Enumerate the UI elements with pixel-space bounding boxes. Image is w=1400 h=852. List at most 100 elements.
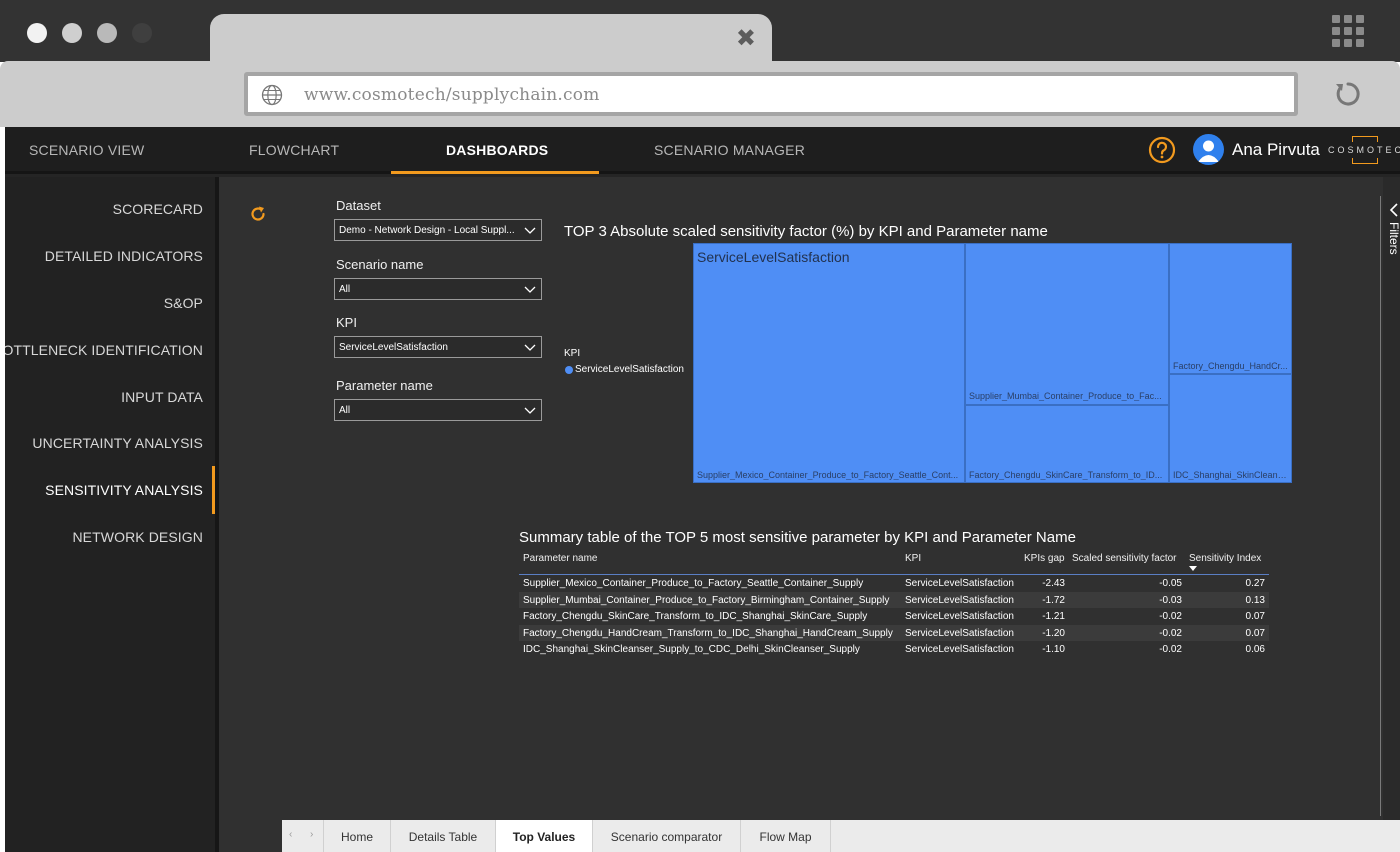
treemap-title: TOP 3 Absolute scaled sensitivity factor… bbox=[564, 223, 1048, 240]
window-dot-close[interactable] bbox=[27, 23, 47, 43]
scenario-name-dropdown[interactable]: All bbox=[334, 278, 542, 300]
legend-item[interactable]: ServiceLevelSatisfaction bbox=[575, 364, 684, 375]
apps-grid-icon[interactable] bbox=[1332, 15, 1364, 47]
sidebar-item-bottleneck-identification[interactable]: BOTTLENECK IDENTIFICATION bbox=[5, 342, 203, 358]
logo-bracket-top bbox=[1352, 136, 1378, 142]
column-header-parameter-name[interactable]: Parameter name bbox=[523, 553, 597, 564]
chevron-left-icon[interactable]: ‹ bbox=[289, 829, 292, 840]
cell-kpis-gap: -1.72 bbox=[1042, 594, 1065, 606]
window-controls bbox=[27, 23, 152, 43]
tab-home[interactable]: Home bbox=[324, 820, 391, 852]
legend-marker bbox=[565, 366, 573, 374]
treemap-tile[interactable]: Factory_Chengdu_HandCr... bbox=[1169, 243, 1292, 374]
treemap-tile-label: IDC_Shanghai_SkinCleans... bbox=[1173, 470, 1289, 480]
globe-icon bbox=[261, 84, 283, 106]
dataset-dropdown[interactable]: Demo - Network Design - Local Suppl... bbox=[334, 219, 542, 241]
sidebar-item-uncertainty-analysis[interactable]: UNCERTAINTY ANALYSIS bbox=[32, 435, 203, 451]
cell-kpis-gap: -1.20 bbox=[1042, 627, 1065, 639]
column-header-kpis-gap[interactable]: KPIs gap bbox=[1024, 553, 1065, 564]
sidebar-item-sop[interactable]: S&OP bbox=[164, 295, 203, 311]
treemap-tile[interactable]: ServiceLevelSatisfaction Supplier_Mexico… bbox=[693, 243, 965, 483]
filters-pane-collapsed[interactable] bbox=[1383, 177, 1400, 852]
logo-text: COSMOTECH bbox=[1328, 145, 1400, 155]
top-navigation: SCENARIO VIEW FLOWCHART DASHBOARDS SCENA… bbox=[5, 127, 1400, 174]
treemap-tile[interactable]: Factory_Chengdu_SkinCare_Transform_to_ID… bbox=[965, 405, 1169, 483]
browser-tab[interactable]: ✖ bbox=[210, 14, 772, 64]
chevron-left-icon[interactable] bbox=[1389, 203, 1399, 217]
legend-title: KPI bbox=[564, 348, 581, 359]
nav-scenario-manager[interactable]: SCENARIO MANAGER bbox=[654, 142, 805, 158]
dataset-value: Demo - Network Design - Local Suppl... bbox=[339, 225, 515, 236]
report-canvas: Dataset Demo - Network Design - Local Su… bbox=[219, 177, 1383, 852]
column-header-kpi[interactable]: KPI bbox=[905, 553, 921, 564]
sidebar-item-detailed-indicators[interactable]: DETAILED INDICATORS bbox=[45, 248, 203, 264]
nav-flowchart[interactable]: FLOWCHART bbox=[249, 142, 339, 158]
table-row[interactable]: Factory_Chengdu_HandCream_Transform_to_I… bbox=[519, 624, 1269, 642]
sidebar-item-network-design[interactable]: NETWORK DESIGN bbox=[72, 529, 203, 545]
active-nav-indicator bbox=[391, 171, 599, 174]
window-dot-minimize[interactable] bbox=[62, 23, 82, 43]
app-window: SCENARIO VIEW FLOWCHART DASHBOARDS SCENA… bbox=[5, 127, 1400, 852]
table-row[interactable]: Supplier_Mumbai_Container_Produce_to_Fac… bbox=[519, 591, 1269, 609]
address-bar[interactable]: www.cosmotech/supplychain.com bbox=[244, 72, 1298, 116]
cell-kpi: ServiceLevelSatisfaction bbox=[905, 578, 1014, 589]
treemap-tile[interactable]: IDC_Shanghai_SkinCleans... bbox=[1169, 374, 1292, 483]
help-icon[interactable] bbox=[1148, 136, 1176, 164]
cell-parameter-name: Supplier_Mumbai_Container_Produce_to_Fac… bbox=[523, 594, 890, 606]
tab-top-values[interactable]: Top Values bbox=[496, 820, 593, 852]
filters-pane-border bbox=[1380, 196, 1381, 816]
refresh-icon[interactable] bbox=[249, 205, 267, 223]
parameter-name-dropdown[interactable]: All bbox=[334, 399, 542, 421]
reload-icon[interactable] bbox=[1332, 78, 1364, 110]
summary-table: Parameter name KPI KPIs gap Scaled sensi… bbox=[519, 549, 1269, 658]
cell-sensitivity-index: 0.07 bbox=[1245, 627, 1265, 639]
tab-scenario-comparator[interactable]: Scenario comparator bbox=[593, 820, 741, 852]
cell-kpis-gap: -1.10 bbox=[1042, 644, 1065, 656]
filters-label[interactable]: Filters bbox=[1387, 222, 1400, 255]
nav-dashboards[interactable]: DASHBOARDS bbox=[446, 142, 548, 158]
cell-sensitivity-index: 0.27 bbox=[1245, 578, 1265, 589]
sidebar-item-scorecard[interactable]: SCORECARD bbox=[113, 201, 203, 217]
treemap-tile[interactable]: Supplier_Mumbai_Container_Produce_to_Fac… bbox=[965, 243, 1169, 405]
logo-bracket-bottom bbox=[1352, 158, 1378, 164]
treemap-tile-label: Factory_Chengdu_HandCr... bbox=[1173, 361, 1288, 371]
slicer-label-scenario-name: Scenario name bbox=[336, 257, 424, 272]
window-dot-maximize[interactable] bbox=[97, 23, 117, 43]
user-name[interactable]: Ana Pirvuta bbox=[1232, 140, 1320, 160]
cell-scaled-sensitivity-factor: -0.02 bbox=[1159, 627, 1182, 639]
cell-kpi: ServiceLevelSatisfaction bbox=[905, 627, 1014, 639]
sidebar-item-input-data[interactable]: INPUT DATA bbox=[121, 389, 203, 405]
chevron-right-icon[interactable]: › bbox=[310, 829, 313, 840]
column-header-sensitivity-index[interactable]: Sensitivity Index bbox=[1189, 553, 1261, 564]
tab-details-table[interactable]: Details Table bbox=[391, 820, 496, 852]
chevron-down-icon bbox=[524, 227, 536, 234]
cell-kpi: ServiceLevelSatisfaction bbox=[905, 611, 1014, 623]
cell-parameter-name: Factory_Chengdu_HandCream_Transform_to_I… bbox=[523, 627, 893, 639]
table-row[interactable]: Supplier_Mexico_Container_Produce_to_Fac… bbox=[519, 575, 1269, 592]
cell-parameter-name: IDC_Shanghai_SkinCleanser_Supply_to_CDC_… bbox=[523, 644, 860, 656]
column-header-scaled-sensitivity-factor[interactable]: Scaled sensitivity factor bbox=[1072, 553, 1177, 564]
user-avatar[interactable] bbox=[1193, 134, 1224, 165]
cell-scaled-sensitivity-factor: -0.02 bbox=[1159, 644, 1182, 656]
chevron-down-icon bbox=[524, 407, 536, 414]
cell-kpi: ServiceLevelSatisfaction bbox=[905, 594, 1014, 606]
parameter-name-value: All bbox=[339, 405, 351, 416]
url-text[interactable]: www.cosmotech/supplychain.com bbox=[304, 85, 600, 105]
close-icon[interactable]: ✖ bbox=[736, 26, 756, 50]
sidebar-item-sensitivity-analysis[interactable]: SENSITIVITY ANALYSIS bbox=[45, 482, 203, 498]
kpi-dropdown[interactable]: ServiceLevelSatisfaction bbox=[334, 336, 542, 358]
report-page-tabs: ‹ › Home Details Table Top Values Scenar… bbox=[282, 820, 1400, 852]
nav-scenario-view[interactable]: SCENARIO VIEW bbox=[29, 142, 144, 158]
treemap-tile-label: Supplier_Mexico_Container_Produce_to_Fac… bbox=[697, 470, 959, 480]
cell-sensitivity-index: 0.13 bbox=[1245, 594, 1265, 606]
table-row[interactable]: IDC_Shanghai_SkinCleanser_Supply_to_CDC_… bbox=[519, 641, 1269, 658]
slicer-label-dataset: Dataset bbox=[336, 198, 381, 213]
slicer-label-parameter-name: Parameter name bbox=[336, 378, 433, 393]
treemap-chart: ServiceLevelSatisfaction Supplier_Mexico… bbox=[693, 243, 1292, 483]
table-header: Parameter name KPI KPIs gap Scaled sensi… bbox=[519, 549, 1269, 575]
window-dot-extra[interactable] bbox=[132, 23, 152, 43]
table-row[interactable]: Factory_Chengdu_SkinCare_Transform_to_ID… bbox=[519, 608, 1269, 625]
cell-scaled-sensitivity-factor: -0.02 bbox=[1159, 611, 1182, 623]
chevron-down-icon bbox=[524, 344, 536, 351]
tab-flow-map[interactable]: Flow Map bbox=[741, 820, 831, 852]
